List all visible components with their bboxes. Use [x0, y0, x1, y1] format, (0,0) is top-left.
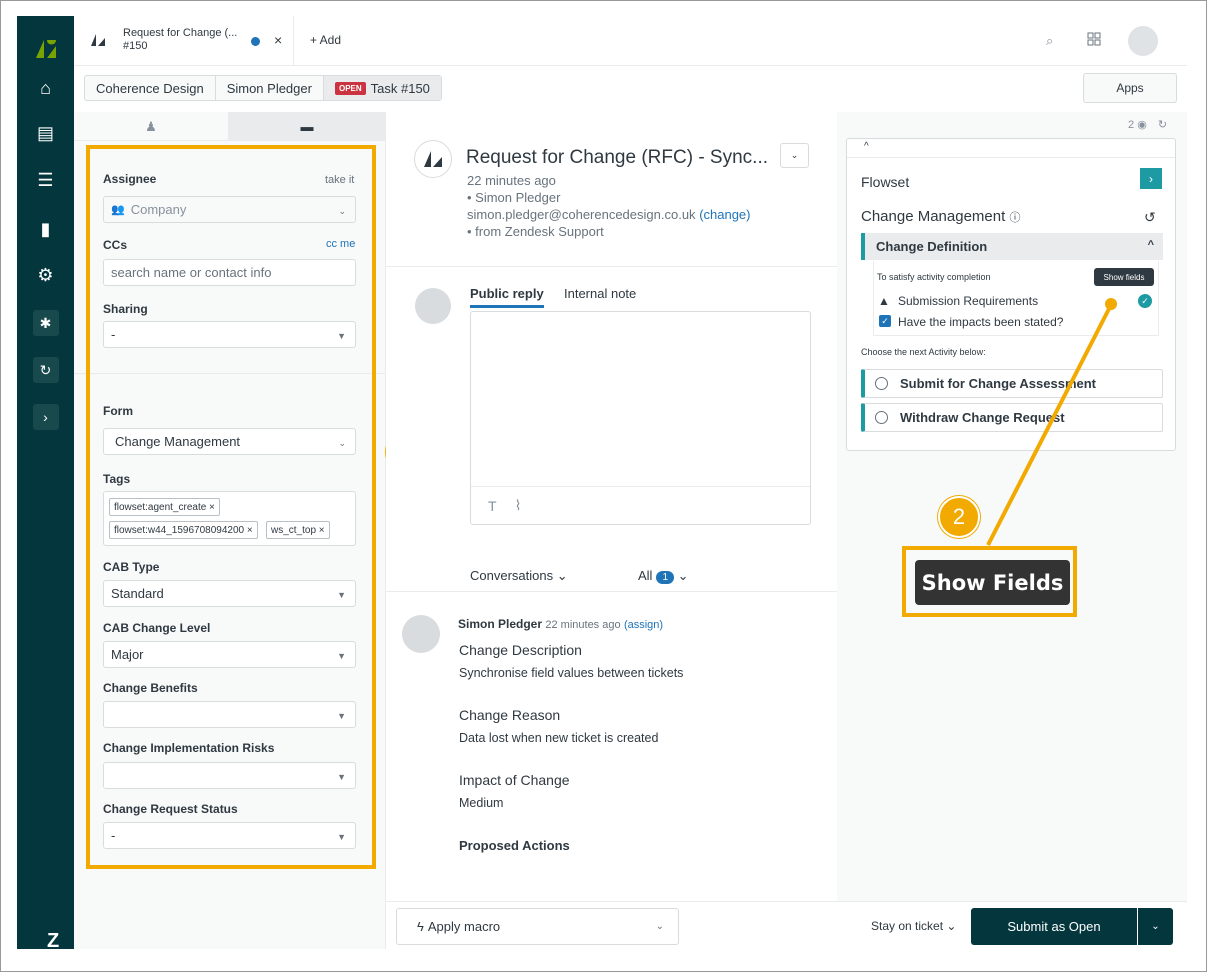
apps-button[interactable]: Apps — [1083, 73, 1177, 103]
ticket-tab[interactable]: Request for Change (... #150 × — [74, 16, 294, 66]
refresh-icon[interactable]: ↻ — [1158, 119, 1167, 131]
ticket-time: 22 minutes ago — [467, 173, 556, 188]
assign-link[interactable]: (assign) — [624, 619, 663, 631]
step-header[interactable]: Change Definition ^ — [861, 233, 1163, 260]
section-text: Synchronise field values between tickets — [459, 666, 684, 680]
flowset-app-icon[interactable]: › — [17, 400, 74, 434]
count-badge: 1 — [656, 571, 675, 584]
breadcrumb: Coherence Design Simon Pledger OPEN Task … — [84, 75, 442, 101]
ticket-requester: • Simon Pledger — [467, 190, 561, 205]
stay-on-ticket-select[interactable]: Stay on ticket ⌄ — [871, 919, 956, 933]
all-filter[interactable]: All 1 ⌄ — [638, 568, 689, 584]
text-format-icon[interactable]: T — [488, 498, 497, 514]
show-fields-zoom-label: Show Fields — [915, 560, 1070, 605]
app-icon-2[interactable]: ↻ — [17, 353, 74, 387]
show-fields-button[interactable]: Show fields — [1094, 268, 1154, 286]
annotation-arrow — [986, 298, 1117, 546]
warning-icon: ▲ — [878, 294, 890, 308]
close-tab-icon[interactable]: × — [274, 32, 282, 48]
breadcrumb-ticket[interactable]: OPEN Task #150 — [323, 76, 441, 100]
submit-dropdown-button[interactable]: ⌄ — [1137, 908, 1173, 945]
editor-toolbar: T ⌇ — [471, 486, 810, 524]
home-icon[interactable]: ⌂ — [17, 71, 74, 105]
breadcrumb-org[interactable]: Coherence Design — [85, 76, 216, 100]
user-avatar[interactable] — [1128, 26, 1158, 56]
impacts-checkbox[interactable]: ✓ — [879, 315, 891, 327]
ticket-options-dropdown[interactable]: ⌄ — [780, 143, 809, 168]
status-badge: OPEN — [334, 81, 366, 95]
search-icon[interactable]: ⌕ — [1046, 33, 1053, 49]
bottom-action-bar: ϟ Apply macro ⌄ Stay on ticket ⌄ Submit as… — [386, 901, 1187, 949]
conversation-filter-bar: Conversations ⌄ All 1 ⌄ — [386, 558, 837, 592]
reporting-icon[interactable]: ▮ — [17, 212, 74, 246]
chevron-down-icon: ⌄ — [655, 921, 664, 932]
viewers-indicator: 2 ◉ ↻ — [1128, 119, 1168, 131]
annotation-callout-2: 2 — [938, 496, 980, 538]
conversation-pane: Request for Change (RFC) - Sync... ⌄ 22 … — [386, 112, 837, 949]
check-circle-icon: ✓ — [1138, 294, 1152, 308]
history-icon[interactable]: ↺ — [1144, 209, 1156, 226]
process-title: Change Management ⓘ — [861, 208, 1021, 225]
unsaved-dot-icon — [251, 37, 260, 46]
section-heading: Proposed Actions — [459, 838, 570, 853]
section-heading: Impact of Change — [459, 772, 570, 788]
attachment-icon[interactable]: ⌇ — [515, 497, 522, 514]
ticket-email: simon.pledger@coherencedesign.co.uk (cha… — [467, 207, 751, 222]
tab-public-reply[interactable]: Public reply — [470, 286, 544, 308]
tab-title: Request for Change (... #150 — [123, 27, 238, 52]
ticket-source: • from Zendesk Support — [467, 224, 604, 239]
apply-macro-select[interactable]: ϟ Apply macro ⌄ — [396, 908, 679, 945]
section-heading: Change Reason — [459, 707, 561, 723]
ticket-tab-icon[interactable]: ▬ — [228, 112, 386, 141]
user-tab-icon[interactable]: ♟ — [74, 112, 228, 141]
admin-gear-icon[interactable]: ⚙ — [17, 258, 74, 292]
flowset-title: Flowset — [861, 174, 910, 190]
zendesk-footer-logo-icon[interactable]: Z — [47, 930, 59, 953]
section-text: Medium — [459, 796, 504, 810]
top-bar: Request for Change (... #150 × + Add ⌕ — [74, 16, 1187, 66]
radio-icon — [875, 377, 888, 390]
zendesk-logo-icon[interactable] — [34, 38, 58, 60]
app-icon-1[interactable]: ✱ — [17, 306, 74, 340]
divider — [847, 157, 1175, 158]
properties-tabs: ♟ ▬ — [74, 112, 386, 141]
tab-internal-note[interactable]: Internal note — [564, 286, 636, 301]
next-activity-text: Choose the next Activity below: — [861, 347, 986, 357]
customers-icon[interactable]: ☰ — [17, 163, 74, 197]
chevron-up-icon: ^ — [1147, 239, 1154, 251]
section-heading: Change Description — [459, 642, 582, 658]
section-text: Data lost when new ticket is created — [459, 731, 659, 745]
agent-avatar — [415, 288, 451, 324]
conversations-filter[interactable]: Conversations ⌄ — [470, 568, 568, 584]
annotation-box-1 — [86, 145, 376, 869]
submit-button[interactable]: Submit as Open — [971, 908, 1137, 945]
message-author: Simon Pledger 22 minutes ago (assign) — [458, 617, 664, 631]
lightning-icon: ϟ — [417, 919, 424, 934]
satisfy-text: To satisfy activity completion — [877, 272, 991, 282]
main-nav: ⌂ ▤ ☰ ▮ ⚙ ✱ ↻ › Z — [17, 16, 74, 952]
ticket-header: Request for Change (RFC) - Sync... ⌄ 22 … — [386, 112, 837, 267]
breadcrumb-task-label: Task #150 — [370, 80, 430, 96]
product-tray-icon[interactable] — [1087, 32, 1101, 46]
author-avatar — [402, 615, 440, 653]
views-icon[interactable]: ▤ — [17, 116, 74, 150]
add-tab-button[interactable]: + Add — [310, 33, 341, 47]
eye-icon: ◉ — [1137, 119, 1147, 131]
collapse-icon[interactable]: ^ — [864, 141, 869, 152]
ticket-tab-icon — [91, 34, 105, 46]
info-icon[interactable]: ⓘ — [1009, 212, 1020, 224]
ticket-channel-icon — [414, 140, 452, 178]
radio-icon — [875, 411, 888, 424]
ticket-title: Request for Change (RFC) - Sync... — [466, 147, 768, 168]
change-link[interactable]: (change) — [699, 207, 750, 222]
flowset-logo-icon: › — [1140, 168, 1162, 189]
reply-editor[interactable]: T ⌇ — [470, 311, 811, 525]
breadcrumb-user[interactable]: Simon Pledger — [216, 76, 324, 100]
